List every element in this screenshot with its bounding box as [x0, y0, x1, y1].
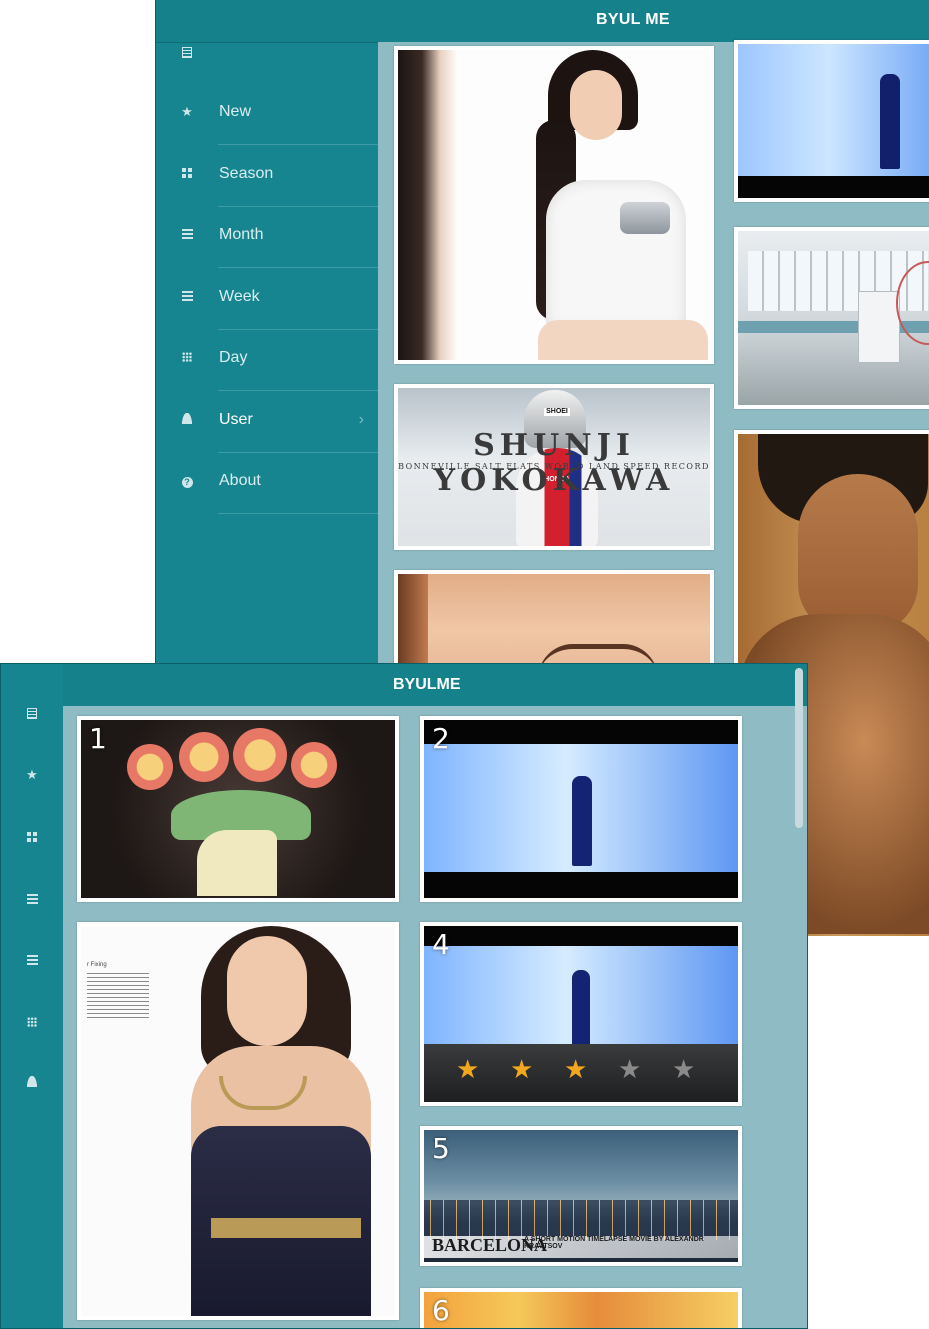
user-icon[interactable]: [25, 1076, 39, 1090]
star-empty-icon[interactable]: ★: [618, 1056, 641, 1082]
sidebar-item-label: Month: [219, 226, 264, 243]
sidebar-item-label: About: [219, 472, 261, 489]
grid-icon: [180, 167, 194, 181]
star-filled-icon[interactable]: ★: [456, 1056, 479, 1082]
grid-icon[interactable]: [25, 831, 39, 845]
gallery-tile-poster[interactable]: SHOEI HONDA SHUNJI YOKOKAWA BONNEVILLE S…: [394, 384, 714, 550]
star-empty-icon[interactable]: ★: [672, 1056, 695, 1082]
sidebar-item-label: New: [219, 103, 252, 120]
tile-number: 4: [432, 928, 450, 961]
vertical-scrollbar[interactable]: [795, 668, 803, 828]
sidebar-item-season[interactable]: Season: [156, 145, 378, 207]
sidebar-item-label: Season: [219, 165, 274, 182]
sidebar-item-about[interactable]: ? About: [156, 452, 378, 514]
list-icon: [180, 290, 194, 304]
photo-image: r Fixing: [81, 926, 395, 1316]
gallery-tile-2[interactable]: 2: [420, 716, 742, 902]
photo-image: SHOEI HONDA SHUNJI YOKOKAWA BONNEVILLE S…: [398, 388, 710, 546]
menu-header: [156, 42, 378, 84]
sidebar-item-user[interactable]: User ›: [156, 391, 378, 453]
sidebar-item-label: Week: [219, 288, 260, 305]
photo-image: 1: [81, 720, 395, 898]
sidebar-item-day[interactable]: Day: [156, 329, 378, 391]
back-app-title: BYUL ME: [596, 11, 670, 28]
front-header-bar: BYULME: [1, 664, 807, 706]
gallery-tile-4[interactable]: 4 ★ ★ ★ ★ ★: [420, 922, 742, 1106]
gallery-tile-room[interactable]: [734, 227, 929, 409]
chevron-right-icon: ›: [358, 411, 364, 428]
back-header-bar: BYUL ME: [156, 0, 929, 43]
front-app-title: BYULME: [393, 676, 461, 693]
poster-subtitle: BONNEVILLE SALT FLATS WORLD LAND SPEED R…: [398, 462, 710, 471]
caption-subtitle: A SHORT MOTION TIMELAPSE MOVIE BY ALEXAN…: [524, 1236, 704, 1250]
photo-image: 2: [424, 720, 738, 898]
front-app-window: BYULME ★ 1 2 r Fixing 4 ★ ★ ★ ★ ★ 5 BARC…: [0, 663, 808, 1329]
book-icon[interactable]: [182, 45, 192, 63]
star-filled-icon[interactable]: ★: [510, 1056, 533, 1082]
tile-number: 1: [89, 722, 107, 755]
gallery-tile-3[interactable]: r Fixing: [77, 922, 399, 1320]
gallery-tile-1[interactable]: 1: [77, 716, 399, 902]
gallery-tile-video-still[interactable]: [734, 40, 929, 202]
tile-number: 2: [432, 722, 450, 755]
helmet-brand-label: SHOEI: [544, 408, 570, 416]
gallery-tile-portrait[interactable]: [394, 46, 714, 364]
list-icon[interactable]: [25, 954, 39, 968]
photo-image: 4 ★ ★ ★ ★ ★: [424, 926, 738, 1102]
book-icon[interactable]: [25, 708, 39, 722]
front-sidebar: ★: [1, 664, 63, 1328]
rating-bar[interactable]: ★ ★ ★ ★ ★: [424, 1044, 738, 1102]
star-filled-icon[interactable]: ★: [564, 1056, 587, 1082]
gallery-tile-6[interactable]: 6: [420, 1288, 742, 1328]
star-icon: ★: [181, 104, 193, 119]
magazine-text: r Fixing: [87, 962, 107, 968]
list-icon: [180, 228, 194, 242]
tile-number: 5: [432, 1132, 450, 1165]
photo-image: 5 BARCELONA A SHORT MOTION TIMELAPSE MOV…: [424, 1130, 738, 1262]
photo-image: [738, 44, 929, 198]
tile-number: 6: [432, 1294, 450, 1327]
photo-image: 6: [424, 1292, 738, 1328]
star-icon[interactable]: ★: [25, 768, 39, 782]
list-icon[interactable]: [25, 893, 39, 907]
sidebar-item-label: User: [219, 411, 253, 428]
grid-small-icon[interactable]: [25, 1016, 39, 1030]
gallery-tile-5[interactable]: 5 BARCELONA A SHORT MOTION TIMELAPSE MOV…: [420, 1126, 742, 1266]
sidebar-item-label: Day: [219, 349, 248, 366]
photo-image: [738, 231, 929, 405]
grid-small-icon: [180, 351, 194, 365]
sidebar-item-month[interactable]: Month: [156, 206, 378, 268]
sidebar-item-week[interactable]: Week: [156, 268, 378, 330]
user-icon: [180, 413, 194, 427]
sidebar-item-new[interactable]: ★ New: [156, 83, 378, 145]
photo-image: [398, 50, 710, 360]
help-icon: ?: [180, 474, 194, 488]
